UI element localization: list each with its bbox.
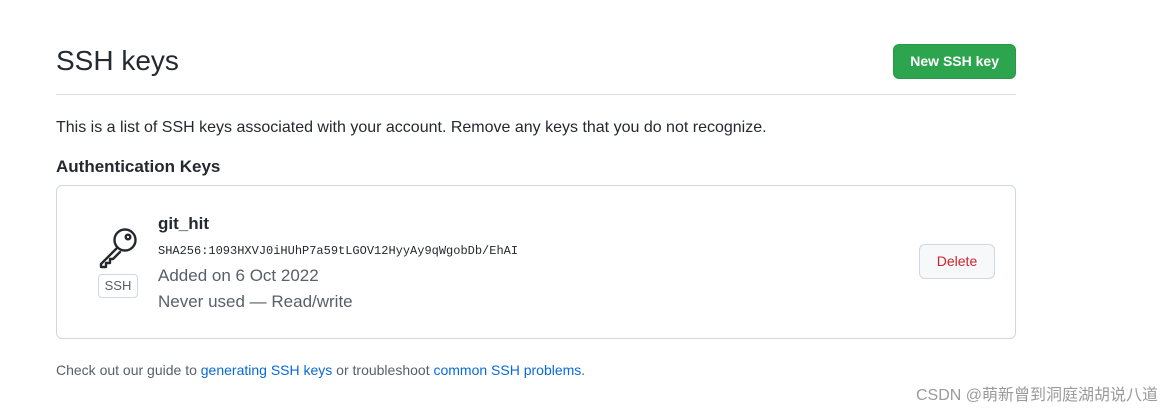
authentication-keys-heading: Authentication Keys bbox=[56, 157, 221, 176]
ssh-key-title: git_hit bbox=[158, 214, 209, 233]
page-header: SSH keys New SSH key bbox=[56, 40, 1016, 95]
key-icon bbox=[99, 228, 137, 269]
help-footer: Check out our guide to generating SSH ke… bbox=[56, 362, 585, 378]
page-title: SSH keys bbox=[56, 45, 179, 76]
delete-ssh-key-button[interactable]: Delete bbox=[919, 244, 995, 279]
footer-middle: or troubleshoot bbox=[332, 362, 434, 378]
new-ssh-key-button[interactable]: New SSH key bbox=[893, 44, 1016, 79]
common-ssh-problems-link[interactable]: common SSH problems bbox=[433, 362, 581, 378]
ssh-key-list-item: SSH git_hit SHA256:1093HXVJ0iHUhP7a59tLG… bbox=[56, 185, 1016, 339]
ssh-key-type-badge: SSH bbox=[98, 274, 138, 298]
csdn-watermark: CSDN @萌新曾到洞庭湖胡说八道 bbox=[915, 387, 1158, 404]
page-description: This is a list of SSH keys associated wi… bbox=[56, 119, 767, 136]
footer-suffix: . bbox=[581, 362, 586, 378]
ssh-keys-page: SSH keys New SSH key This is a list of S… bbox=[0, 0, 1172, 412]
generating-ssh-keys-link[interactable]: generating SSH keys bbox=[201, 362, 333, 378]
footer-prefix: Check out our guide to bbox=[56, 362, 201, 378]
ssh-key-fingerprint: SHA256:1093HXVJ0iHUhP7a59tLGOV12HyyAy9qW… bbox=[158, 244, 519, 258]
ssh-key-usage-status: Never used — Read/write bbox=[158, 292, 353, 311]
ssh-key-added-date: Added on 6 Oct 2022 bbox=[158, 266, 319, 285]
